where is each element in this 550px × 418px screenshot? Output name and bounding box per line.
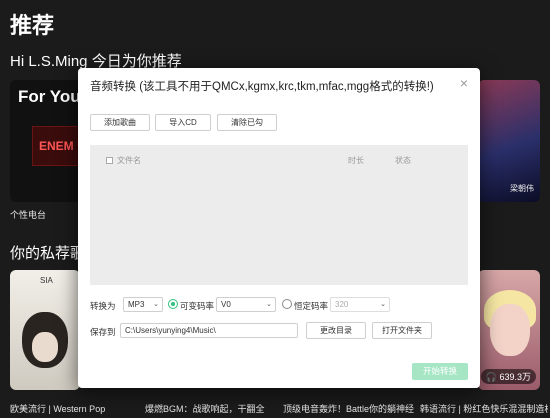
playlist-card-western-pop[interactable]: SIA	[10, 270, 80, 390]
card-art-tag: 梁朝伟	[510, 184, 534, 193]
clear-checked-button[interactable]: 清除已勾	[217, 114, 277, 131]
open-folder-button[interactable]: 打开文件夹	[372, 322, 432, 339]
format-value: MP3	[128, 300, 145, 309]
artwork-shape	[32, 332, 58, 362]
play-count: 🎧 639.3万	[480, 369, 536, 384]
section-title: 你的私荐歌	[10, 245, 86, 262]
cbr-value: 320	[335, 300, 349, 309]
close-icon[interactable]: ×	[460, 75, 468, 91]
start-convert-button[interactable]: 开始转换	[412, 363, 468, 380]
select-all-checkbox[interactable]	[106, 157, 113, 164]
audio-convert-dialog: 音频转换 (该工具不用于QMCx,kgmx,krc,tkm,mfac,mgg格式…	[78, 68, 480, 388]
change-dir-button[interactable]: 更改目录	[306, 322, 366, 339]
card-art-red: ENEM	[32, 126, 82, 166]
vbr-radio[interactable]	[168, 299, 178, 309]
page-title: 推荐	[10, 13, 55, 38]
cbr-select[interactable]: 320 ⌄	[330, 297, 390, 312]
playlist-title[interactable]: 欧美流行 | Western Pop	[10, 402, 105, 415]
recommend-card[interactable]: 梁朝伟	[478, 80, 540, 202]
playlist-title[interactable]: 韩语流行 | 粉红色快乐混混制造机	[420, 402, 548, 415]
headphones-icon: 🎧	[485, 372, 497, 382]
vbr-label: 可变码率	[180, 301, 215, 311]
card-art-text: SIA	[40, 276, 53, 285]
chevron-down-icon: ⌄	[380, 301, 386, 308]
save-to-label: 保存到	[90, 327, 116, 337]
dialog-title: 音频转换 (该工具不用于QMCx,kgmx,krc,tkm,mfac,mgg格式…	[90, 81, 434, 93]
cbr-label: 恒定码率	[294, 301, 329, 311]
personal-radio-card[interactable]: For You ENEM	[10, 80, 82, 202]
vbr-value: V0	[221, 300, 231, 309]
chevron-down-icon: ⌄	[153, 301, 159, 308]
artwork-shape	[490, 304, 530, 356]
chevron-down-icon: ⌄	[266, 301, 272, 308]
card-art-text: For You	[18, 87, 81, 106]
import-cd-button[interactable]: 导入CD	[155, 114, 211, 131]
add-song-button[interactable]: 添加歌曲	[90, 114, 150, 131]
column-filename: 文件名	[117, 156, 141, 165]
playlist-card-kpop[interactable]: 🎧 639.3万	[478, 270, 540, 390]
save-path-input[interactable]: C:\Users\yunying4\Music\	[120, 323, 298, 338]
vbr-select[interactable]: V0 ⌄	[216, 297, 276, 312]
column-duration: 时长	[348, 156, 364, 165]
personal-radio-label[interactable]: 个性电台	[10, 208, 46, 221]
play-count-value: 639.3万	[499, 372, 531, 382]
column-status: 状态	[395, 156, 411, 165]
file-list[interactable]: 文件名 时长 状态	[90, 145, 468, 285]
format-select[interactable]: MP3 ⌄	[123, 297, 163, 312]
convert-to-label: 转换为	[90, 301, 116, 311]
playlist-title[interactable]: 爆燃BGM：战歌响起，干翻全	[145, 402, 265, 415]
cbr-radio[interactable]	[282, 299, 292, 309]
playlist-title[interactable]: 顶级电音轰炸！Battle你的躺神经	[283, 402, 414, 415]
